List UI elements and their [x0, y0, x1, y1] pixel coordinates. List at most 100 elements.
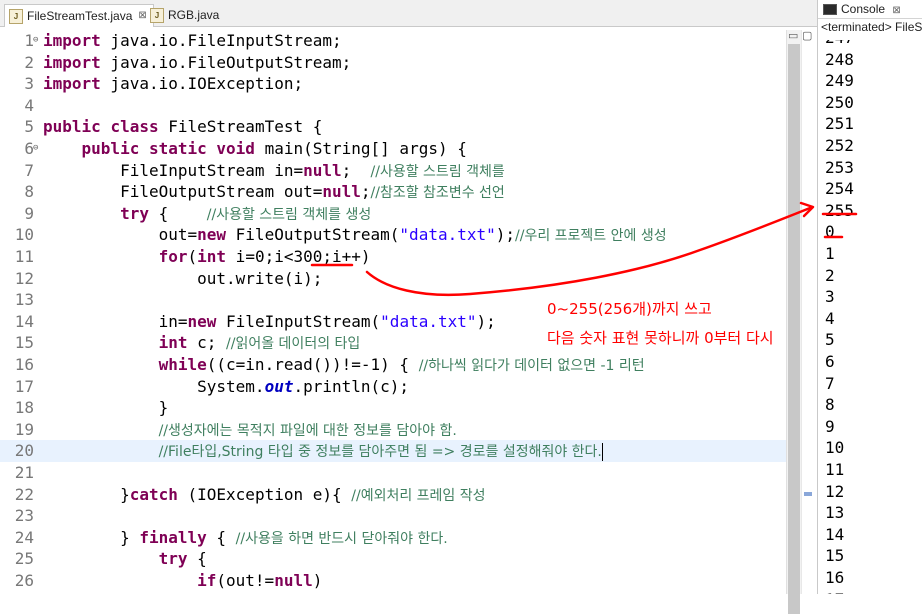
tab-console[interactable]: Console ⊠: [818, 0, 922, 19]
java-file-icon: J: [150, 7, 164, 23]
code-text: while((c=in.read())!=-1) { //하나씩 읽다가 데이터…: [43, 354, 645, 378]
console-tab-label: Console: [841, 2, 886, 16]
code-token: );: [495, 225, 516, 245]
code-line[interactable]: 23: [0, 505, 800, 527]
code-line[interactable]: 5 public class FileStreamTest {: [0, 116, 800, 138]
code-token: import: [43, 52, 101, 72]
code-line[interactable]: 3 import java.io.IOException;: [0, 73, 800, 95]
code-line[interactable]: 22 }catch (IOException e){ //예외처리 프레임 작성: [0, 484, 800, 506]
code-token: out=: [43, 225, 198, 245]
code-token: //예외처리 프레임 작성: [351, 487, 486, 504]
line-number: 13: [14, 290, 34, 310]
code-token: new: [187, 311, 217, 331]
line-number: 19: [14, 419, 34, 439]
console-status: <terminated> FileS: [821, 20, 922, 34]
code-token: //생성자에는 목적지 파일에 대한 정보를 담아야 함.: [158, 422, 457, 439]
console-line: 16: [825, 568, 845, 587]
code-line[interactable]: 24 } finally { //사용을 하면 반드시 닫아줘야 한다.: [0, 527, 800, 549]
tab-filestreamtest[interactable]: J FileStreamTest.java ⊠: [4, 4, 154, 27]
editor-tab-bar: J FileStreamTest.java ⊠ J RGB.java: [0, 0, 817, 27]
code-text: import java.io.FileOutputStream;: [43, 52, 351, 74]
code-line[interactable]: 19 //생성자에는 목적지 파일에 대한 정보를 담아야 함.: [0, 419, 800, 441]
code-line[interactable]: 20 //File타입,String 타입 중 정보를 담아주면 됨 => 경로…: [0, 440, 800, 462]
code-token: out: [264, 376, 294, 396]
console-pane: Console ⊠ <terminated> FileS 24724824925…: [817, 0, 922, 594]
code-line[interactable]: 1 ⊖ import java.io.FileInputStream;: [0, 30, 800, 52]
console-line: 4: [825, 308, 835, 328]
code-token: i=0;i<300;i++): [226, 247, 371, 266]
code-line[interactable]: 2 import java.io.FileOutputStream;: [0, 52, 800, 74]
code-token: //읽어올 데이터의 타입: [226, 336, 361, 353]
close-tab-icon[interactable]: ⊠: [892, 5, 900, 16]
code-line[interactable]: 6 ⊖ public static void main(String[] args…: [0, 138, 800, 160]
code-token: ;: [360, 182, 371, 202]
code-line[interactable]: 8 FileOutputStream out=null;//참조할 참조변수 선…: [0, 181, 800, 203]
tab-rgb[interactable]: J RGB.java: [146, 4, 225, 26]
fold-toggle-icon[interactable]: ⊖: [33, 30, 38, 52]
console-line: 250: [825, 92, 854, 112]
code-line[interactable]: 18 }: [0, 397, 800, 419]
code-line[interactable]: 12 out.write(i);: [0, 268, 800, 290]
code-token: int: [197, 247, 227, 266]
ruler-marker[interactable]: [804, 492, 812, 496]
minimize-icon[interactable]: ▭: [788, 29, 798, 42]
line-number: 11: [14, 247, 34, 266]
code-token: {: [148, 203, 207, 223]
console-line: 251: [825, 114, 854, 134]
tab-label: FileStreamTest.java: [27, 9, 133, 23]
line-number: 7: [24, 160, 34, 180]
code-line[interactable]: 10 out=new FileOutputStream("data.txt");…: [0, 224, 800, 246]
code-token: .println(c);: [293, 376, 410, 396]
code-token: ((c=in.read())!=-1) {: [206, 355, 419, 374]
console-output[interactable]: 2472482492502512522532542550123456789101…: [818, 40, 922, 594]
line-number: 1: [24, 31, 34, 50]
code-line[interactable]: 17 System.out.println(c);: [0, 376, 800, 398]
code-token: public: [81, 139, 140, 158]
editor-pane: J FileStreamTest.java ⊠ J RGB.java 1 ⊖ imp…: [0, 0, 817, 614]
code-text: public static void main(String[] args) {: [43, 138, 467, 160]
console-line: 254: [825, 179, 854, 199]
line-number: 9: [24, 203, 34, 223]
code-token: java.io.FileOutputStream;: [100, 52, 352, 72]
code-token: //File타입,String 타입 중 정보를 담아주면 됨 => 경로를 설…: [158, 444, 602, 461]
console-line: 5: [825, 330, 835, 350]
code-text: in=new FileInputStream("data.txt");: [43, 311, 496, 333]
code-line[interactable]: 7 FileInputStream in=null; //사용할 스트림 객체를: [0, 160, 800, 182]
code-line[interactable]: 26 if(out!=null): [0, 570, 800, 592]
code-token: while: [158, 355, 207, 374]
code-line[interactable]: 25 try {: [0, 548, 800, 570]
fold-toggle-icon[interactable]: ⊖: [33, 138, 38, 160]
code-token: FileInputStream(: [216, 311, 381, 331]
code-line[interactable]: 4: [0, 95, 800, 117]
code-line[interactable]: 9 try { //사용할 스트림 객체를 생성: [0, 203, 800, 225]
code-text: int c; //읽어올 데이터의 타입: [43, 332, 361, 356]
maximize-icon[interactable]: ▢: [802, 29, 812, 42]
console-line: 0: [825, 222, 835, 242]
code-token: FileStreamTest {: [158, 117, 323, 137]
vertical-scrollbar[interactable]: [786, 30, 801, 614]
line-number: 22: [14, 484, 34, 504]
scrollbar-thumb[interactable]: [788, 44, 800, 614]
code-token: //하나씩 읽다가 데이터 없으면 -1 리턴: [418, 358, 645, 374]
code-token: import: [43, 74, 101, 94]
code-token: {: [187, 549, 207, 569]
line-number: 8: [24, 182, 34, 202]
code-line[interactable]: 21: [0, 462, 800, 484]
code-line[interactable]: 16 while((c=in.read())!=-1) { //하나씩 읽다가 …: [0, 354, 800, 376]
console-line: 253: [825, 157, 854, 177]
line-number: 23: [14, 506, 34, 526]
overview-ruler[interactable]: [801, 30, 816, 594]
code-text: } finally { //사용을 하면 반드시 닫아줘야 한다.: [43, 527, 448, 551]
code-token: );: [476, 311, 496, 331]
code-token: java.io.IOException;: [100, 74, 304, 94]
code-token: //우리 프로젝트 안에 생성: [515, 228, 667, 245]
java-file-icon: J: [9, 8, 23, 24]
code-line[interactable]: 11 for(int i=0;i<300;i++): [0, 246, 800, 268]
console-line: 1: [825, 244, 835, 263]
